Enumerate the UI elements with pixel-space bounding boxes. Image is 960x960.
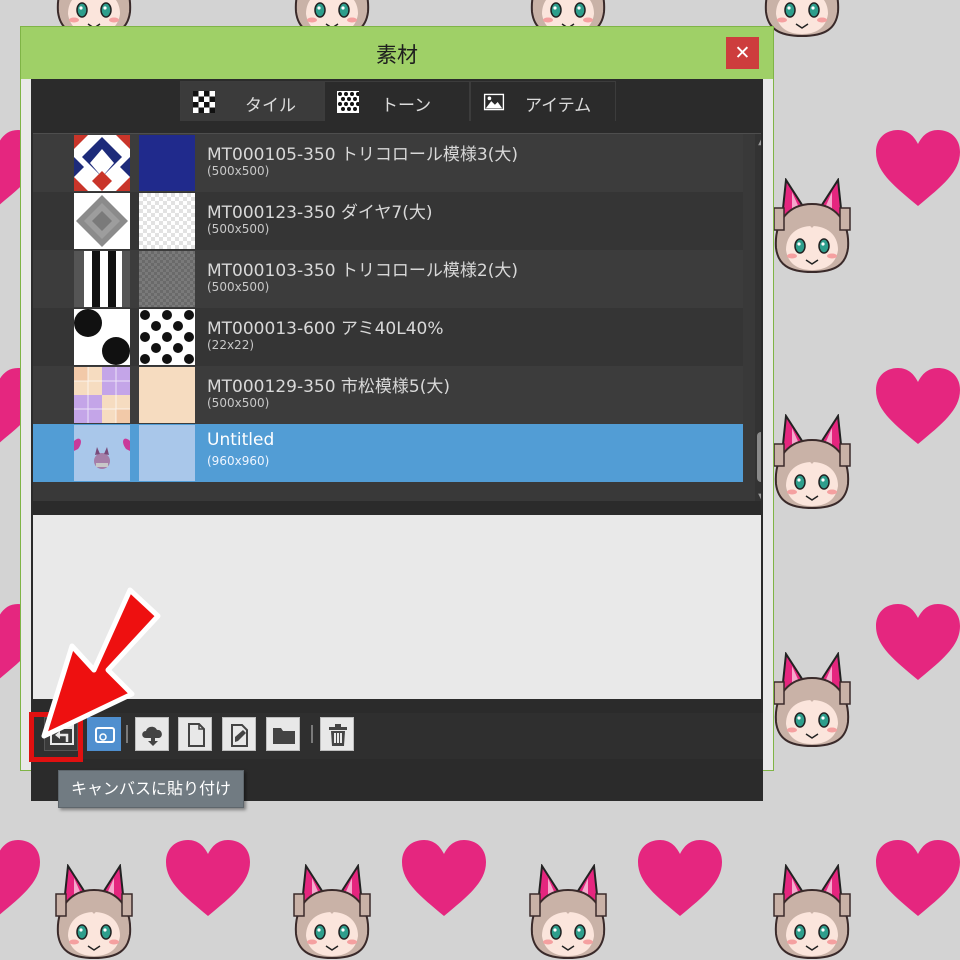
material-thumbnail: [74, 367, 130, 423]
list-item[interactable]: MT000103-350 トリコロール模様2(大) (500x500): [33, 250, 743, 308]
material-preview: [139, 367, 195, 423]
material-thumbnail: [74, 193, 130, 249]
close-button[interactable]: ✕: [726, 37, 759, 69]
material-size: (500x500): [207, 396, 270, 410]
list-footer: [33, 501, 761, 515]
heart-decoration-icon: [166, 840, 250, 916]
tile-checker-icon: [193, 91, 215, 113]
tab-item-label: アイテム: [525, 96, 592, 116]
tone-dots-icon: [337, 91, 359, 113]
list-item-selected[interactable]: Untitled (960x960): [33, 424, 743, 482]
material-preview: [139, 309, 195, 365]
character-head-decoration-icon: [773, 414, 851, 510]
panel-titlebar[interactable]: 素材 ✕: [21, 27, 773, 79]
material-size: (500x500): [207, 280, 270, 294]
new-file-icon: [188, 723, 205, 747]
list-item[interactable]: MT000105-350 トリコロール模様3(大) (500x500): [33, 134, 743, 192]
heart-decoration-icon: [402, 840, 486, 916]
material-name: MT000013-600 アミ40L40%: [207, 319, 444, 339]
heart-decoration-icon: [0, 840, 40, 915]
image-item-icon: [483, 93, 505, 111]
material-name: MT000103-350 トリコロール模様2(大): [207, 261, 519, 281]
material-name: MT000123-350 ダイヤ7(大): [207, 203, 433, 223]
paste-tooltip: キャンバスに貼り付け: [58, 770, 245, 808]
material-thumbnail: [74, 251, 130, 307]
material-preview: [139, 193, 195, 249]
tab-tile[interactable]: タイル: [180, 81, 324, 121]
edit-file-icon: [231, 724, 248, 747]
material-thumbnail: [74, 309, 130, 365]
heart-decoration-icon: [876, 368, 960, 444]
tab-bar: タイル トーン アイテム: [33, 79, 761, 123]
heart-decoration-icon: [876, 130, 960, 206]
delete-button[interactable]: [320, 717, 354, 751]
open-folder-button[interactable]: [266, 717, 300, 751]
toolbar-separator: [311, 725, 313, 743]
list-item[interactable]: MT000123-350 ダイヤ7(大) (500x500): [33, 192, 743, 250]
material-preview: [139, 251, 195, 307]
tab-tone[interactable]: トーン: [324, 81, 470, 121]
character-head-decoration-icon: [55, 864, 133, 960]
material-size: (960x960): [207, 454, 270, 468]
material-list: MT000105-350 トリコロール模様3(大) (500x500) MT00…: [33, 133, 761, 518]
material-name: Untitled: [207, 430, 275, 450]
material-name: MT000105-350 トリコロール模様3(大): [207, 145, 519, 165]
material-preview: [139, 135, 195, 191]
material-name: MT000129-350 市松模様5(大): [207, 377, 451, 397]
material-size: (500x500): [207, 164, 270, 178]
panel-title: 素材: [376, 43, 418, 67]
folder-icon: [273, 728, 295, 744]
material-thumbnail: [74, 135, 130, 191]
list-item[interactable]: MT000013-600 アミ40L40% (22x22): [33, 308, 743, 366]
red-pointer-arrow-icon: [41, 587, 161, 739]
material-preview: [139, 425, 195, 481]
character-head-decoration-icon: [773, 864, 851, 960]
heart-decoration-icon: [638, 840, 722, 916]
material-size: (22x22): [207, 338, 255, 352]
tab-tone-label: トーン: [381, 96, 432, 116]
tab-tile-label: タイル: [245, 96, 296, 116]
character-head-decoration-icon: [529, 864, 607, 960]
edit-material-button[interactable]: [222, 717, 256, 751]
material-size: (500x500): [207, 222, 270, 236]
heart-decoration-icon: [876, 840, 960, 916]
material-thumbnail: [74, 425, 130, 481]
new-material-button[interactable]: [178, 717, 212, 751]
character-head-decoration-icon: [293, 864, 371, 960]
list-item[interactable]: MT000129-350 市松模様5(大) (500x500): [33, 366, 743, 424]
list-scrollbar[interactable]: ▲ ▼: [755, 134, 761, 506]
character-head-decoration-icon: [773, 178, 851, 274]
trash-icon: [329, 724, 347, 746]
scroll-up-arrow-icon[interactable]: ▲: [756, 136, 761, 148]
character-head-decoration-icon: [773, 652, 851, 748]
heart-decoration-icon: [876, 604, 960, 680]
scroll-thumb[interactable]: [757, 432, 761, 482]
tab-item[interactable]: アイテム: [470, 81, 616, 121]
